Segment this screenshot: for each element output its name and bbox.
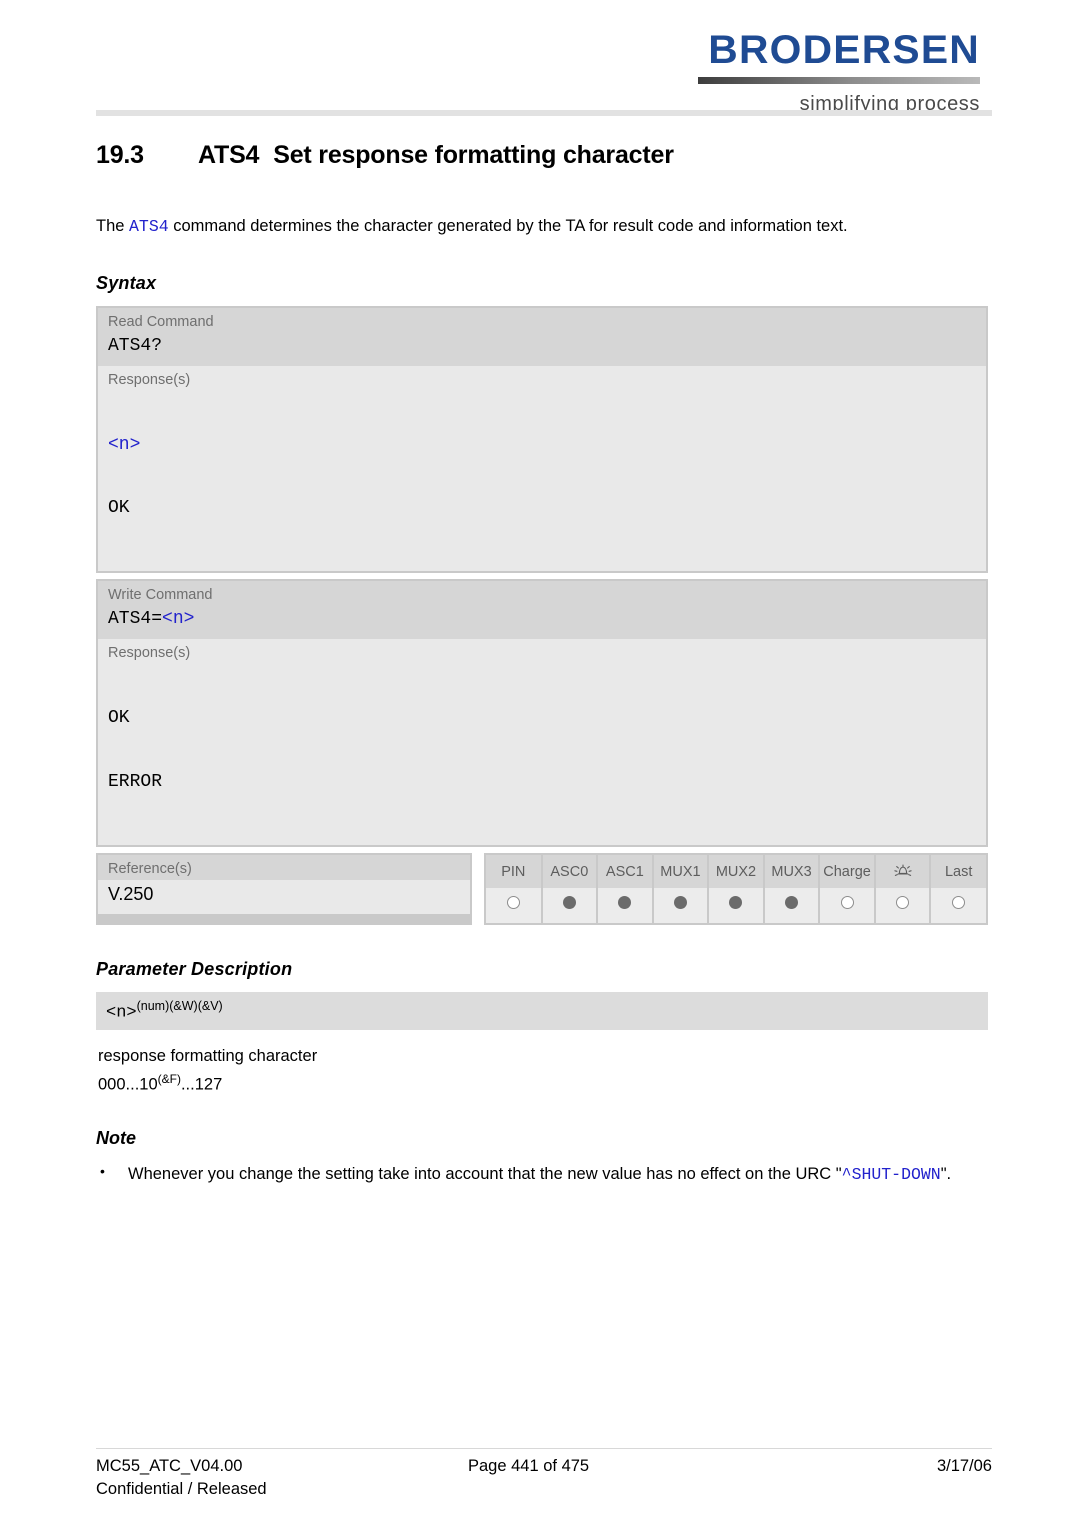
parameter-range-superscript: (&F) [157,1071,181,1086]
parameter-name-band: <n>(num)(&W)(&V) [96,991,988,1031]
header-divider [96,110,992,116]
capability-value-asc1 [597,887,654,923]
capability-col-mux2: MUX2 [708,854,765,888]
note-item: Whenever you change the setting take int… [96,1162,992,1186]
capability-value-mux2 [708,887,765,923]
capability-value-asc0 [541,887,599,923]
read-response-line-1: <n> [108,434,141,455]
capability-col-alarm [874,854,932,888]
capability-col-asc0: ASC0 [541,854,599,888]
footer-page-number: Page 441 of 475 [468,1457,590,1475]
syntax-heading: Syntax [96,272,157,293]
alarm-icon [892,862,914,882]
brodersen-logo: BRODERSEN simplifying process [698,30,980,116]
read-command-label: Read Command [98,307,986,332]
status-dot-filled [785,895,798,909]
logo-wordmark: BRODERSEN [708,28,980,72]
status-dot-empty [952,895,966,909]
write-response-code: OK ERROR [98,663,986,845]
page-content: 19.3 ATS4 Set response formatting characte… [96,140,992,1187]
parameter-description-body: response formatting character 000...10(&… [96,1043,992,1098]
section-number: 19.3 [96,141,144,169]
parameter-range-post: ...127 [180,1075,223,1094]
parameter-range-pre: 000...10 [98,1075,158,1094]
note-heading: Note [96,1128,136,1149]
write-command-code-black: ATS4= [108,609,163,630]
page-footer: MC55_ATC_V04.00 Page 441 of 475 3/17/06 … [96,1455,992,1502]
capability-value-mux3 [763,887,821,923]
write-command-code: ATS4=<n> [98,605,986,640]
footer-divider [96,1448,992,1449]
note-list: Whenever you change the setting take int… [96,1162,992,1186]
parameter-name-superscript: (num)(&W)(&V) [136,998,223,1013]
footer-row-secondary: Confidential / Released [96,1478,992,1501]
capability-value-pin [486,887,543,923]
page-header: BRODERSEN simplifying process [0,0,1080,120]
read-response-code: <n> OK [98,389,986,572]
capability-value-mux1 [652,887,710,923]
parameter-name: <n> [106,1003,137,1023]
read-response-line-2: OK [108,498,130,519]
capability-col-mux3: MUX3 [763,854,821,888]
capability-header-row: PIN ASC0 ASC1 MUX1 MUX2 MUX3 Charge Last [486,854,986,888]
section-title-text: Set response formatting character [273,141,674,169]
intro-paragraph: The ATS4 command determines the characte… [96,215,992,238]
section-command: ATS4 [198,141,260,169]
reference-box: Reference(s) V.250 [96,852,472,925]
parameter-range: 000...10(&F)...127 [98,1070,992,1098]
status-dot-filled [729,895,743,909]
reference-label: Reference(s) [98,854,470,880]
footer-document-id: MC55_ATC_V04.00 [96,1457,243,1475]
read-command-block: Read Command ATS4? Response(s) <n> OK [96,305,988,574]
capability-col-charge: Charge [819,854,876,888]
note-text-after: ". [940,1165,952,1184]
capability-box: PIN ASC0 ASC1 MUX1 MUX2 MUX3 Charge Last [484,852,988,925]
footer-date: 3/17/06 [936,1457,992,1475]
capability-col-mux1: MUX1 [652,854,710,888]
footer-classification: Confidential / Released [96,1480,267,1499]
status-dot-empty [506,895,520,909]
write-response-line-2: ERROR [108,771,163,792]
footer-row-primary: MC55_ATC_V04.00 Page 441 of 475 3/17/06 [96,1455,992,1478]
capability-col-last: Last [930,854,986,888]
capability-col-pin: PIN [486,854,543,888]
intro-command: ATS4 [129,217,169,237]
capability-value-alarm [874,887,932,923]
page-title: 19.3 ATS4 Set response formatting characte… [96,140,992,171]
parameter-description-heading: Parameter Description [96,958,293,979]
status-dot-empty [896,895,910,909]
capability-value-last [930,887,986,923]
reference-capability-row: Reference(s) V.250 PIN ASC0 ASC1 MUX1 MU… [96,852,988,925]
write-response-line-1: OK [108,708,130,729]
read-response-label: Response(s) [98,365,986,390]
capability-table: PIN ASC0 ASC1 MUX1 MUX2 MUX3 Charge Last [486,854,986,923]
parameter-description-text: response formatting character [98,1047,318,1066]
status-dot-filled [673,895,687,909]
reference-value: V.250 [98,879,470,914]
capability-value-row [486,887,986,923]
logo-gradient-bar [698,77,980,84]
intro-after: command determines the character generat… [168,217,848,236]
status-dot-filled [618,895,632,909]
write-command-code-blue: <n> [162,609,195,630]
read-command-code: ATS4? [98,331,986,366]
note-text-before: Whenever you change the setting take int… [128,1165,842,1184]
write-response-label: Response(s) [98,639,986,664]
intro-before: The [96,217,130,236]
status-dot-empty [840,895,854,909]
capability-value-charge [819,887,876,923]
write-command-block: Write Command ATS4=<n> Response(s) OK ER… [96,579,988,847]
write-command-label: Write Command [98,581,986,606]
capability-col-asc1: ASC1 [597,854,654,888]
status-dot-filled [562,895,576,909]
note-code: ^SHUT-DOWN [841,1165,941,1185]
